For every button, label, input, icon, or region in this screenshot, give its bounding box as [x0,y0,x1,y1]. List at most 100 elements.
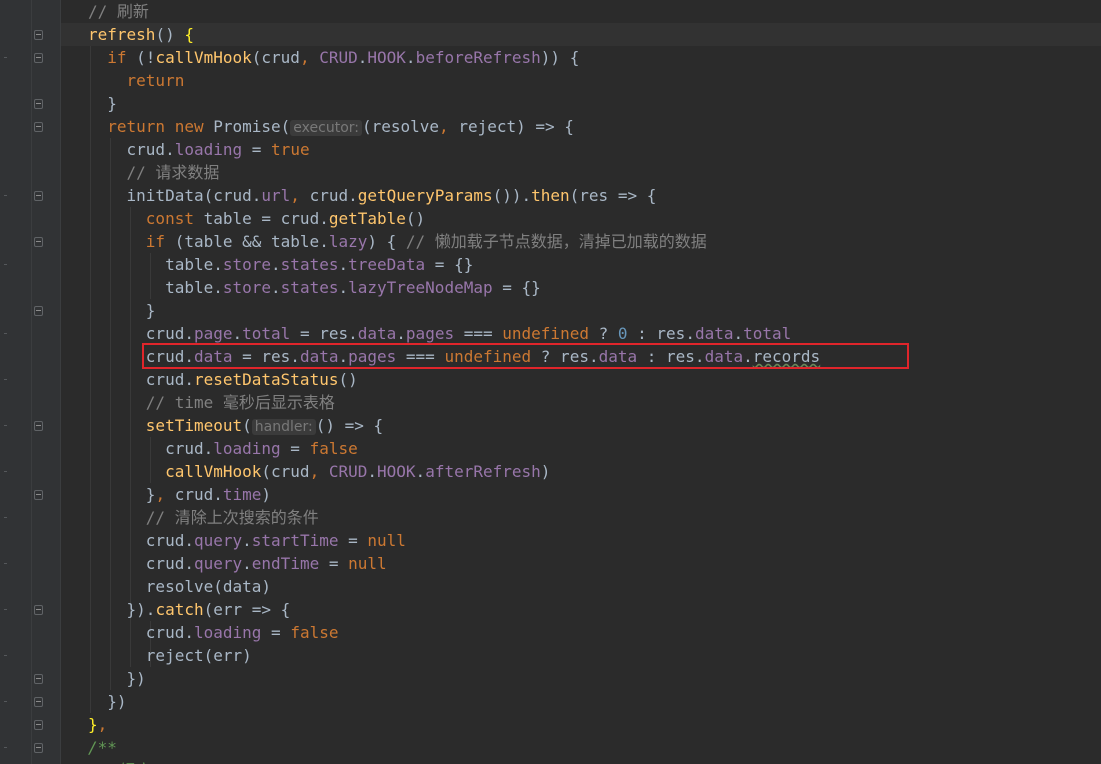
fold-icon[interactable] [34,605,43,615]
code-line[interactable]: crud.page.total = res.data.pages === und… [88,322,792,345]
code-token: , [290,186,300,205]
code-line[interactable]: }).catch(err => { [88,598,291,621]
code-line[interactable]: // time 毫秒后显示表格 [88,391,335,414]
code-token: crud. [88,370,194,389]
code-token: getQueryParams [357,186,493,205]
code-line[interactable]: reject(err) [88,644,252,667]
code-token: loading [213,439,281,458]
code-token: )) { [540,48,580,67]
gutter-mark [4,471,7,472]
code-token: . [242,531,252,550]
code-line[interactable]: crud.query.endTime = null [88,552,387,575]
code-token: = [280,439,310,458]
code-token: = {} [492,278,541,297]
code-line[interactable]: resolve(data) [88,575,271,598]
code-token: (crud [261,462,310,481]
code-line[interactable]: refresh() { [88,23,194,46]
code-line[interactable]: crud.query.startTime = null [88,529,406,552]
fold-icon[interactable] [34,743,43,753]
code-token: query [193,554,243,573]
code-line[interactable]: // 刷新 [88,0,149,23]
code-token: crud. [88,439,214,458]
code-line[interactable]: table.store.states.lazyTreeNodeMap = {} [88,276,541,299]
code-line[interactable]: } [88,92,117,115]
code-token: = [319,554,349,573]
fold-icon[interactable] [34,306,43,316]
fold-icon[interactable] [34,237,43,247]
code-line[interactable]: initData(crud.url, crud.getQueryParams()… [88,184,657,207]
code-line[interactable]: }) [88,667,146,690]
code-token: crud. [88,140,175,159]
code-line[interactable]: }) [88,690,126,713]
code-line[interactable]: const table = crud.getTable() [88,207,425,230]
code-token: . [338,278,349,297]
code-line[interactable]: // 清除上次搜索的条件 [88,506,319,529]
code-token: // 清除上次搜索的条件 [145,508,319,527]
code-token: pages [405,324,455,343]
code-line[interactable]: if (!callVmHook(crud, CRUD.HOOK.beforeRe… [88,46,579,69]
fold-icon[interactable] [34,30,43,40]
code-token: resetDataStatus [193,370,339,389]
code-line[interactable]: setTimeout(handler:() => { [88,414,383,437]
fold-icon[interactable] [34,122,43,132]
code-line[interactable]: crud.resetDataStatus() [88,368,358,391]
fold-icon[interactable] [34,53,43,63]
code-token: // 刷新 [88,2,149,21]
fold-icon[interactable] [34,99,43,109]
code-line[interactable]: callVmHook(crud, CRUD.HOOK.afterRefresh) [88,460,550,483]
code-token: = {} [425,255,474,274]
fold-icon[interactable] [34,697,43,707]
fold-icon[interactable] [34,720,43,730]
code-token: table. [88,278,223,297]
code-token: . [338,255,349,274]
code-token: crud. [88,531,194,550]
code-token: initData(crud. [88,186,262,205]
code-token: store [222,278,272,297]
code-line[interactable]: } [88,299,156,322]
code-line[interactable]: }, [88,713,107,736]
fold-icon[interactable] [34,490,43,500]
code-line[interactable]: crud.loading = false [88,437,358,460]
code-editor[interactable]: // 刷新 refresh() { if (!callVmHook(crud, C… [0,0,1101,764]
code-token: (res => { [569,186,657,205]
code-token: } [88,301,156,320]
code-line[interactable]: return [88,69,185,92]
code-token: : res. [627,324,695,343]
code-line[interactable]: * 提交 [88,759,149,764]
gutter-mark [4,563,7,564]
code-line[interactable]: table.store.states.treeData = {} [88,253,473,276]
code-token: refresh [88,25,156,44]
code-line[interactable]: // 请求数据 [88,161,220,184]
code-token: /** [88,738,117,757]
fold-icon[interactable] [34,674,43,684]
code-token: ( [242,416,252,435]
code-token: resolve(data) [88,577,272,596]
gutter [0,0,60,764]
code-token: 0 [617,324,628,343]
code-line[interactable]: return new Promise(executor: (resolve, re… [88,115,574,138]
code-token: ) [261,485,272,504]
code-token: page [193,324,233,343]
gutter-separator [31,0,32,764]
code-line[interactable]: if (table && table.lazy) { // 懒加载子节点数据，清… [88,230,707,253]
code-line[interactable]: /** [88,736,117,759]
fold-icon[interactable] [34,191,43,201]
gutter-mark [4,609,7,610]
code-token: states [280,278,339,297]
code-token: callVmHook [155,48,252,67]
code-line[interactable]: crud.loading = true [88,138,310,161]
code-line[interactable]: }, crud.time) [88,483,271,506]
code-token: true [271,140,310,159]
code-token: CRUD [328,462,368,481]
code-token: . [357,48,368,67]
code-token: crud. [88,554,194,573]
code-token: crud. [165,485,223,504]
fold-icon[interactable] [34,421,43,431]
code-token: () [155,25,185,44]
code-line[interactable]: crud.loading = false [88,621,339,644]
